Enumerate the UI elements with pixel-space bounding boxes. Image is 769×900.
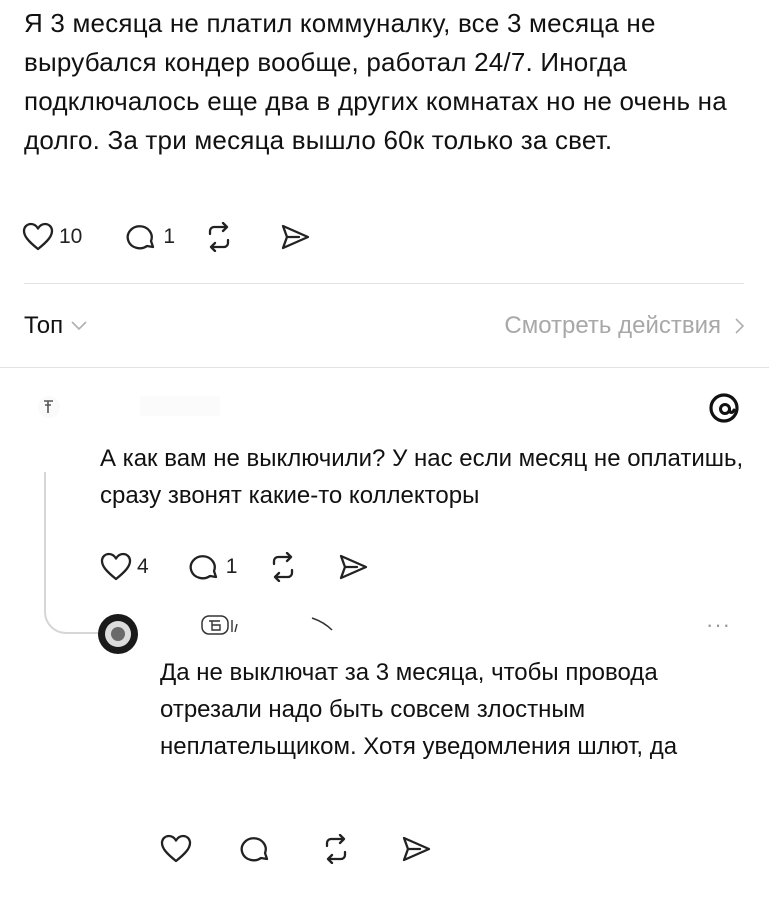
avatar[interactable] bbox=[98, 614, 138, 654]
repost-icon bbox=[267, 552, 299, 582]
comment-icon bbox=[189, 552, 221, 582]
reply-button[interactable] bbox=[240, 834, 272, 864]
thread-line bbox=[44, 472, 106, 634]
more-icon[interactable]: ··· bbox=[706, 612, 731, 638]
share-button[interactable] bbox=[279, 222, 311, 252]
divider bbox=[0, 367, 769, 368]
divider bbox=[24, 283, 744, 284]
comment-icon bbox=[240, 834, 272, 864]
reply-count: 1 bbox=[163, 225, 176, 248]
like-button[interactable]: 10 bbox=[22, 222, 82, 252]
like-button[interactable] bbox=[160, 834, 192, 864]
chevron-right-icon bbox=[735, 318, 745, 334]
view-activity-link[interactable]: Смотреть действия bbox=[504, 312, 745, 340]
reply-button[interactable]: 1 bbox=[126, 222, 175, 252]
reply-text: А как вам не выключили? У нас если месяц… bbox=[100, 445, 744, 509]
share-icon bbox=[400, 834, 432, 864]
repost-button[interactable] bbox=[203, 222, 235, 252]
heart-icon bbox=[160, 834, 192, 864]
reply-text: Да не выключат за 3 месяца, чтобы провод… bbox=[160, 659, 678, 760]
chevron-down-icon bbox=[71, 321, 87, 331]
heart-icon bbox=[22, 222, 54, 252]
like-count: 10 bbox=[59, 225, 83, 248]
share-icon bbox=[337, 552, 369, 582]
post-text: Я 3 месяца не платил коммуналку, все 3 м… bbox=[24, 8, 727, 155]
sort-dropdown[interactable]: Топ bbox=[24, 312, 87, 340]
username-redacted bbox=[140, 396, 220, 416]
post-actions: 10 1 bbox=[22, 222, 311, 252]
share-icon bbox=[279, 222, 311, 252]
like-count: 4 bbox=[137, 555, 149, 578]
repost-button[interactable] bbox=[320, 834, 352, 864]
repost-button[interactable] bbox=[267, 552, 299, 582]
reply-count: 1 bbox=[225, 555, 238, 578]
repost-icon bbox=[203, 222, 235, 252]
avatar[interactable] bbox=[38, 396, 60, 418]
reply-actions: 4 1 bbox=[100, 552, 369, 582]
reply-button[interactable]: 1 bbox=[189, 552, 238, 582]
threads-logo-icon[interactable] bbox=[708, 392, 740, 429]
like-button[interactable]: 4 bbox=[100, 552, 149, 582]
share-button[interactable] bbox=[337, 552, 369, 582]
reply-actions bbox=[160, 834, 432, 864]
repost-icon bbox=[320, 834, 352, 864]
comment-icon bbox=[126, 222, 158, 252]
username-redacted bbox=[200, 612, 350, 643]
sort-label: Топ bbox=[24, 312, 64, 339]
share-button[interactable] bbox=[400, 834, 432, 864]
view-activity-label: Смотреть действия bbox=[504, 312, 721, 339]
